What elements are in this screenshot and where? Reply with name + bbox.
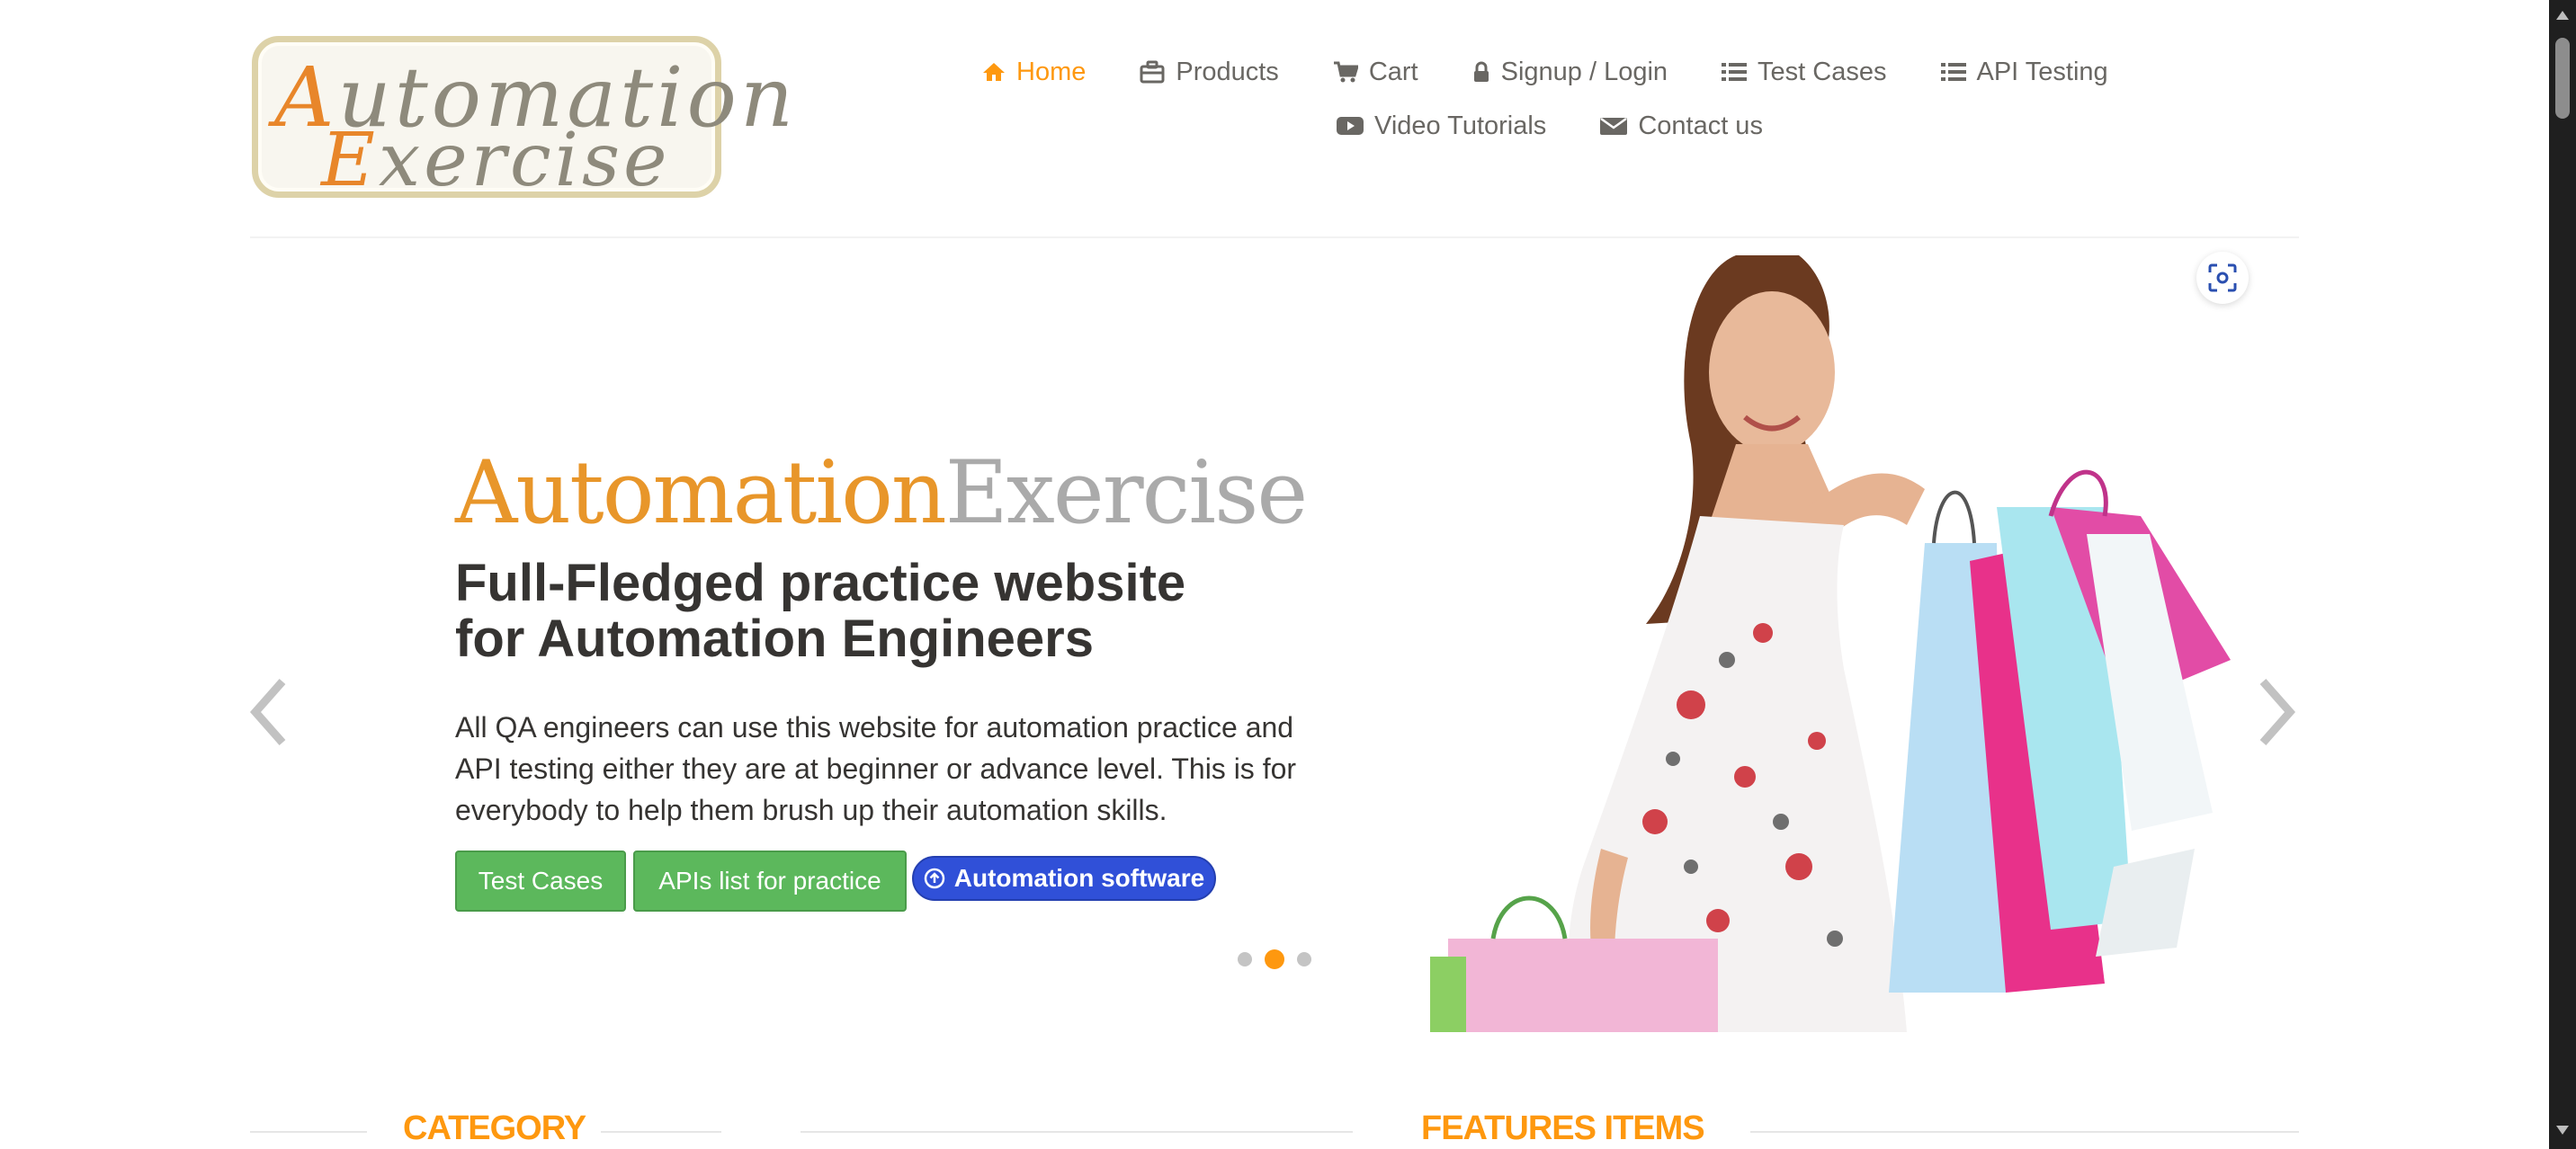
features-line-right [1750, 1131, 2299, 1133]
automation-software-button[interactable]: Automation software [912, 856, 1216, 901]
nav-signup-login[interactable]: Signup / Login [1472, 58, 1668, 87]
slider-prev-button[interactable] [246, 676, 290, 753]
logo-line-2: Exercise [321, 118, 671, 203]
category-line-right [601, 1131, 721, 1133]
slider-next-button[interactable] [2256, 676, 2299, 753]
category-heading: CATEGORY [403, 1109, 586, 1147]
home-icon [982, 61, 1006, 83]
hero-image-girl-with-shopping-bags [1430, 255, 2231, 1032]
page: Automation Exercise Home Products Cart S… [0, 0, 2549, 1149]
cart-icon [1333, 60, 1358, 84]
chevron-left-icon [249, 679, 286, 745]
nav-home-label: Home [1016, 57, 1087, 86]
nav-home[interactable]: Home [982, 58, 1086, 87]
scroll-thumb[interactable] [2555, 38, 2570, 119]
visual-search-icon [2208, 263, 2237, 292]
list-icon [1940, 61, 1966, 83]
category-line-left [250, 1131, 367, 1133]
slider-dot-1[interactable] [1238, 952, 1252, 966]
nav-api-testing-label: API Testing [1976, 57, 2108, 86]
list-icon [1722, 61, 1748, 83]
nav-contact-us-label: Contact us [1638, 111, 1763, 140]
apis-list-button[interactable]: APIs list for practice [633, 851, 907, 912]
automation-software-label: Automation software [953, 864, 1205, 892]
arrow-circle-icon [924, 868, 945, 889]
scroll-down-arrow[interactable] [2556, 1126, 2569, 1135]
nav-video-tutorials-label: Video Tutorials [1374, 111, 1547, 140]
slider-headline: Full-Fledged practice website for Automa… [455, 554, 1186, 668]
slider-description: All QA engineers can use this website fo… [455, 711, 1297, 826]
page-scrollbar[interactable] [2549, 0, 2576, 1149]
secondary-nav: Video Tutorials Contact us [1337, 106, 1817, 146]
nav-cart-label: Cart [1368, 57, 1418, 86]
main-nav: Home Products Cart Signup / Login Test C… [982, 52, 2162, 92]
nav-test-cases-label: Test Cases [1758, 57, 1887, 86]
site-logo[interactable]: Automation Exercise [252, 36, 793, 203]
lock-icon [1472, 61, 1490, 83]
briefcase-icon [1140, 60, 1165, 84]
nav-contact-us[interactable]: Contact us [1600, 111, 1763, 141]
nav-products-label: Products [1176, 57, 1279, 86]
nav-cart[interactable]: Cart [1333, 58, 1418, 87]
nav-test-cases[interactable]: Test Cases [1722, 57, 1887, 87]
youtube-icon [1337, 115, 1364, 137]
envelope-icon [1600, 115, 1628, 137]
nav-video-tutorials[interactable]: Video Tutorials [1337, 111, 1546, 141]
nav-api-testing[interactable]: API Testing [1940, 57, 2108, 87]
chevron-right-icon [2259, 679, 2296, 745]
slider-dot-3[interactable] [1297, 952, 1311, 966]
features-line-left [801, 1131, 1353, 1133]
features-items-heading: FEATURES ITEMS [1421, 1109, 1705, 1147]
slider-dot-2[interactable] [1265, 949, 1284, 969]
scroll-up-arrow[interactable] [2556, 11, 2569, 20]
nav-signup-login-label: Signup / Login [1500, 57, 1668, 86]
slider-brand-title: AutomationExercise [455, 442, 1308, 543]
slider-indicators [1238, 949, 1324, 969]
visual-search-button[interactable] [2196, 252, 2249, 304]
test-cases-button[interactable]: Test Cases [455, 851, 626, 912]
nav-products[interactable]: Products [1140, 57, 1279, 87]
